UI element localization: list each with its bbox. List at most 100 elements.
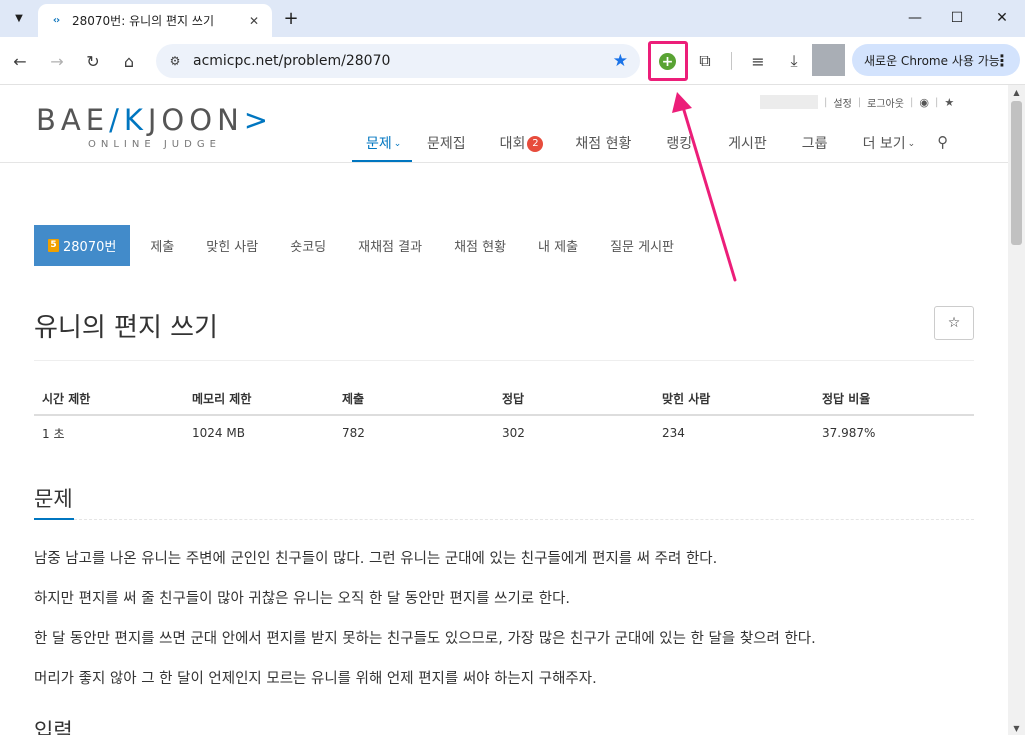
description-paragraph: 머리가 좋지 않아 그 한 달이 언제인지 모르는 유니를 위해 언제 편지를 … bbox=[34, 671, 597, 687]
settings-link[interactable]: 설정 bbox=[833, 95, 851, 110]
problem-stats-table: 시간 제한 메모리 제한 제출 정답 맞힌 사람 정답 비율 1 초 1024 … bbox=[34, 382, 974, 450]
section-divider bbox=[74, 519, 974, 520]
scroll-down-icon[interactable]: ▼ bbox=[1008, 721, 1025, 735]
submissions-value: 782 bbox=[342, 426, 365, 440]
address-bar[interactable]: ⚙ acmicpc.net/problem/28070 ★ bbox=[156, 44, 640, 78]
site-logo[interactable]: BAE/KJOON> ONLINE JUDGE bbox=[36, 103, 273, 150]
close-icon[interactable]: ✕ bbox=[246, 13, 262, 29]
memory-limit-value: 1024 MB bbox=[192, 426, 245, 440]
subtab-qna[interactable]: 질문 게시판 bbox=[610, 236, 674, 255]
nav-label: 문제 bbox=[366, 136, 392, 152]
favorite-star-button[interactable]: ☆ bbox=[934, 306, 974, 340]
section-title-problem: 문제 bbox=[34, 487, 73, 511]
subtab-solvers[interactable]: 맞힌 사람 bbox=[206, 236, 258, 255]
download-icon[interactable]: ⤓ bbox=[781, 48, 807, 74]
nav-status[interactable]: 채점 현황 bbox=[575, 129, 631, 163]
globe-icon[interactable]: ◉ bbox=[919, 96, 929, 109]
search-icon[interactable]: ⚲ bbox=[937, 129, 948, 163]
nav-label: 게시판 bbox=[728, 136, 767, 152]
subtab-rejudge[interactable]: 재채점 결과 bbox=[358, 236, 422, 255]
logo-subtitle: ONLINE JUDGE bbox=[88, 139, 221, 150]
header-accepted: 정답 bbox=[502, 391, 525, 406]
media-playlist-icon[interactable]: ≡ bbox=[745, 48, 771, 74]
highlight-box bbox=[648, 41, 688, 81]
user-topbar: | 설정 | 로그아웃 | ◉ | ★ bbox=[760, 94, 954, 110]
table-header-row: 시간 제한 메모리 제한 제출 정답 맞힌 사람 정답 비율 bbox=[34, 382, 974, 416]
subtab-submit[interactable]: 제출 bbox=[150, 236, 174, 255]
time-limit-value: 1 초 bbox=[42, 426, 65, 441]
header-ratio: 정답 비율 bbox=[822, 391, 871, 406]
chrome-update-button[interactable]: 새로운 Chrome 사용 가능 ⋮ bbox=[852, 44, 1020, 76]
header-divider bbox=[0, 162, 1008, 163]
nav-label: 채점 현황 bbox=[575, 136, 632, 152]
profile-avatar[interactable] bbox=[812, 44, 845, 76]
scroll-up-icon[interactable]: ▲ bbox=[1008, 85, 1025, 99]
back-arrow-icon[interactable]: ← bbox=[7, 48, 33, 74]
subtab-my-submissions[interactable]: 내 제출 bbox=[538, 236, 578, 255]
tier-badge: 5 bbox=[48, 239, 59, 252]
more-vertical-icon[interactable]: ⋮ bbox=[994, 51, 1010, 70]
table-row: 1 초 1024 MB 782 302 234 37.987% bbox=[34, 416, 974, 450]
extensions-puzzle-icon[interactable]: ⧉ bbox=[692, 48, 718, 74]
nav-problems[interactable]: 문제 ⌄ bbox=[352, 129, 412, 163]
problem-title: 유니의 편지 쓰기 bbox=[34, 313, 218, 343]
bookmark-star-icon[interactable]: ★ bbox=[613, 51, 628, 71]
scroll-thumb[interactable] bbox=[1011, 101, 1022, 245]
nav-workbook[interactable]: 문제집 bbox=[427, 129, 466, 163]
close-window-button[interactable]: ✕ bbox=[980, 4, 1024, 32]
page-scrollbar[interactable]: ▲ ▼ bbox=[1008, 85, 1025, 735]
web-page: BAE/KJOON> ONLINE JUDGE | 설정 | 로그아웃 | ◉ … bbox=[0, 85, 1008, 735]
subtab-shortcoding[interactable]: 숏코딩 bbox=[290, 236, 326, 255]
accepted-value: 302 bbox=[502, 426, 525, 440]
new-tab-button[interactable]: + bbox=[281, 8, 301, 29]
contest-badge: 2 bbox=[527, 136, 544, 152]
problem-description: 남중 남고를 나온 유니는 주변에 군인인 친구들이 많다. 그런 유니는 군대… bbox=[34, 547, 984, 707]
problem-subtabs: 5 28070번 제출 맞힌 사람 숏코딩 재채점 결과 채점 현황 내 제출 … bbox=[34, 225, 674, 266]
section-underline bbox=[34, 518, 74, 520]
logo-text-left: BAE bbox=[36, 103, 110, 137]
toolbar-divider bbox=[731, 52, 732, 70]
nav-group[interactable]: 그룹 bbox=[802, 129, 828, 163]
logo-mark-letter: K bbox=[123, 103, 148, 137]
chevron-down-icon: ⌄ bbox=[393, 139, 402, 149]
nav-label: 더 보기 bbox=[862, 136, 906, 152]
nav-label: 랭킹 bbox=[666, 136, 693, 152]
baekjoon-favicon-icon: ‹› bbox=[52, 15, 60, 26]
reload-icon[interactable]: ↻ bbox=[80, 48, 106, 74]
header-memory-limit: 메모리 제한 bbox=[192, 391, 252, 406]
ratio-value: 37.987% bbox=[822, 426, 876, 440]
star-icon[interactable]: ★ bbox=[944, 96, 954, 109]
logo-text-right: JOON bbox=[147, 103, 244, 137]
username-link[interactable] bbox=[760, 95, 818, 109]
tab-strip: ▼ ‹› 28070번: 유니의 편지 쓰기 ✕ + — ☐ ✕ bbox=[0, 0, 1025, 37]
nav-contest[interactable]: 대회 2 bbox=[500, 129, 544, 163]
description-paragraph: 남중 남고를 나온 유니는 주변에 군인인 친구들이 많다. 그런 유니는 군대… bbox=[34, 551, 718, 567]
tab-search-button[interactable]: ▼ bbox=[6, 7, 32, 29]
nav-ranking[interactable]: 랭킹 bbox=[666, 129, 692, 163]
minimize-button[interactable]: — bbox=[893, 4, 937, 32]
section-title-input: 입력 bbox=[34, 719, 73, 735]
subtab-status[interactable]: 채점 현황 bbox=[454, 236, 506, 255]
forward-arrow-icon[interactable]: → bbox=[44, 48, 70, 74]
logo-mark-end: > bbox=[243, 103, 274, 137]
header-solvers: 맞힌 사람 bbox=[662, 391, 711, 406]
nav-label: 그룹 bbox=[801, 136, 828, 152]
problem-id: 28070번 bbox=[63, 240, 117, 255]
description-paragraph: 한 달 동안만 편지를 쓰면 군대 안에서 편지를 받지 못하는 친구들도 있으… bbox=[34, 631, 816, 647]
tab-title: 28070번: 유니의 편지 쓰기 bbox=[72, 14, 214, 28]
header-submissions: 제출 bbox=[342, 391, 365, 406]
title-divider bbox=[34, 360, 974, 361]
home-icon[interactable]: ⌂ bbox=[116, 48, 142, 74]
url-text: acmicpc.net/problem/28070 bbox=[193, 53, 391, 69]
solvers-value: 234 bbox=[662, 426, 685, 440]
subtab-problem[interactable]: 5 28070번 bbox=[34, 225, 131, 266]
nav-label: 문제집 bbox=[427, 136, 466, 152]
logout-link[interactable]: 로그아웃 bbox=[867, 95, 904, 110]
nav-board[interactable]: 게시판 bbox=[728, 129, 767, 163]
nav-more[interactable]: 더 보기 ⌄ bbox=[863, 129, 916, 163]
maximize-button[interactable]: ☐ bbox=[935, 4, 979, 32]
site-info-icon[interactable]: ⚙ bbox=[166, 52, 184, 70]
description-paragraph: 하지만 편지를 써 줄 친구들이 많아 귀찮은 유니는 오직 한 달 동안만 편… bbox=[34, 591, 571, 607]
browser-tab[interactable]: ‹› 28070번: 유니의 편지 쓰기 ✕ bbox=[38, 4, 272, 37]
main-nav: 문제 ⌄ 문제집 대회 2 채점 현황 랭킹 게시판 그룹 더 보기 ⌄ ⚲ bbox=[352, 129, 948, 163]
